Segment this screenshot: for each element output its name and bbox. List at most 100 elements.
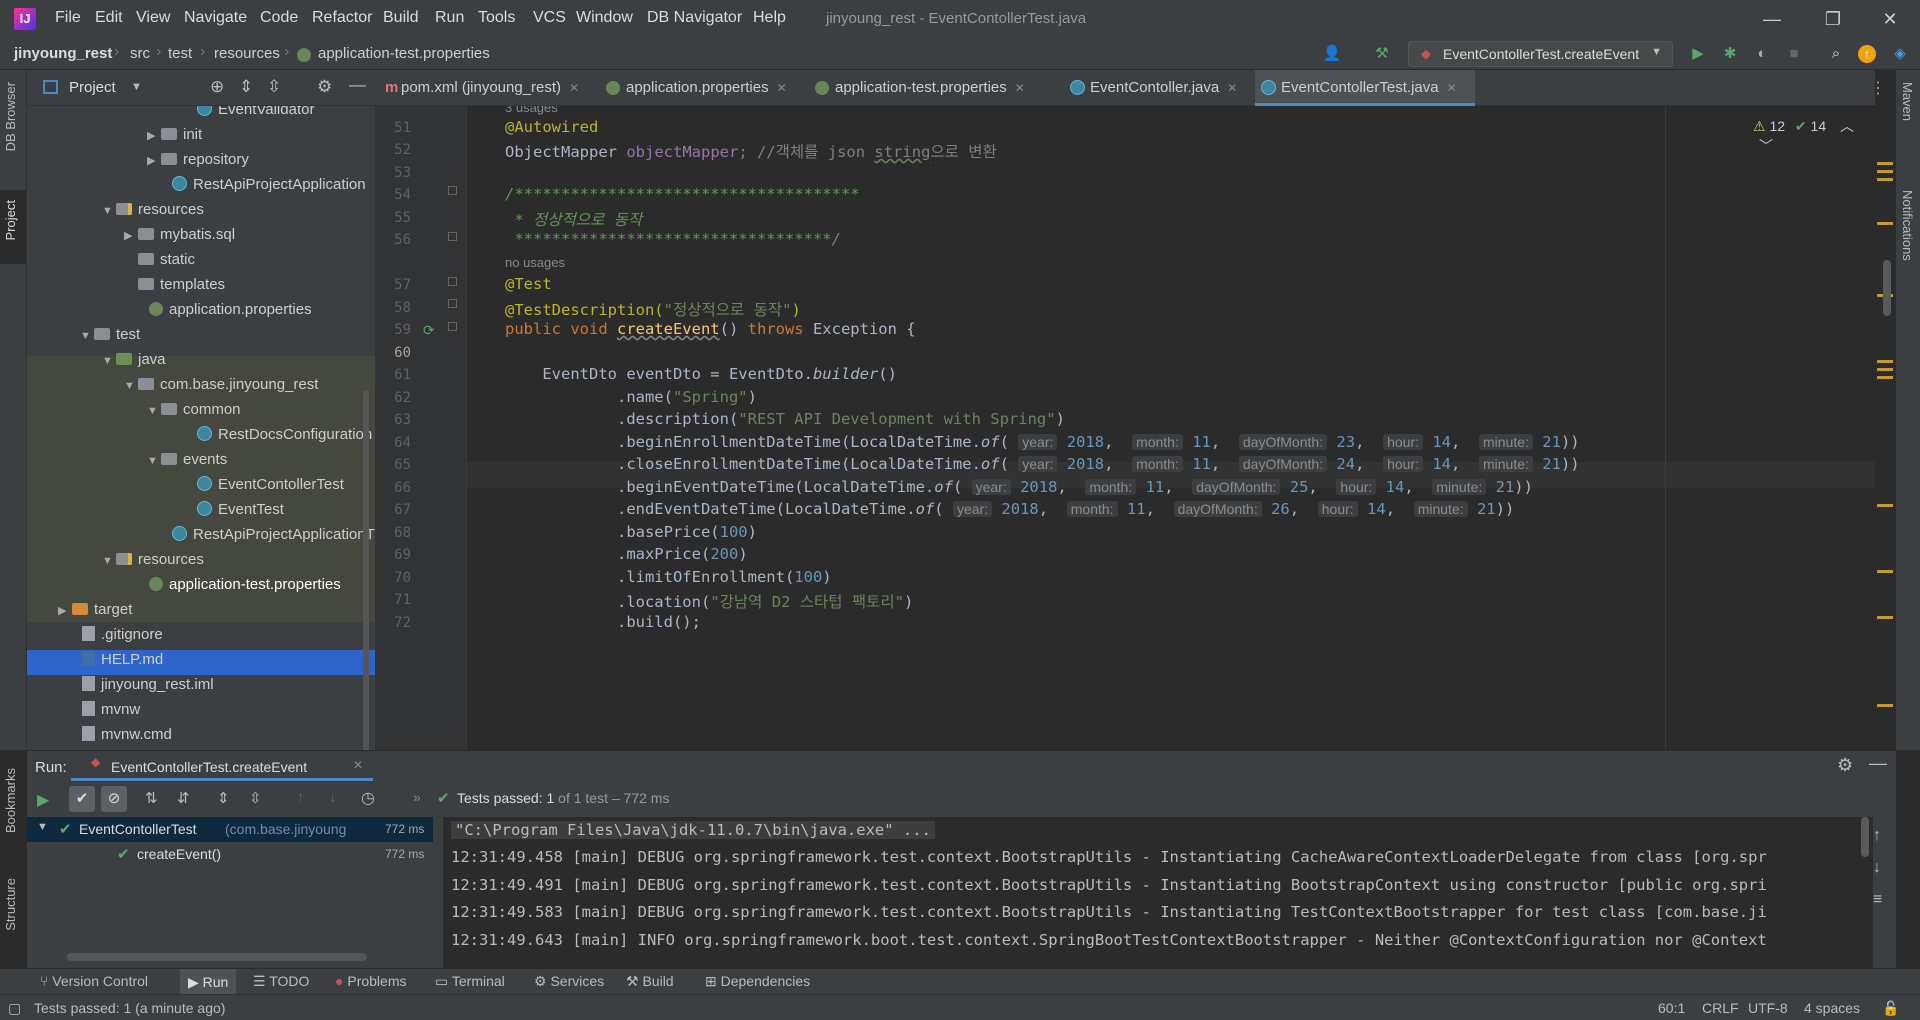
status-toggle-icon[interactable]: ▢: [8, 1000, 21, 1017]
locate-icon[interactable]: ⊕: [210, 77, 224, 97]
project-panel-title[interactable]: Project: [69, 79, 116, 96]
history-icon[interactable]: ◷: [361, 788, 375, 808]
menu-window[interactable]: Window: [576, 9, 633, 27]
tree-item-selected[interactable]: application-test.properties: [149, 572, 341, 597]
code-view[interactable]: 3 usages @Autowired ObjectMapper objectM…: [375, 106, 1875, 750]
stop-icon[interactable]: ■: [1784, 44, 1804, 64]
error-stripe-marker[interactable]: [1877, 376, 1893, 379]
debug-icon[interactable]: ✱: [1720, 44, 1740, 64]
menu-navigate[interactable]: Navigate: [184, 9, 247, 27]
close-window-icon[interactable]: ✕: [1870, 4, 1910, 34]
tree-item[interactable]: EventTest: [197, 497, 284, 522]
menu-view[interactable]: View: [136, 9, 170, 27]
menu-help[interactable]: Help: [753, 9, 786, 27]
menu-edit[interactable]: Edit: [95, 9, 123, 27]
tree-item[interactable]: EventValidator: [197, 106, 314, 122]
tree-item[interactable]: templates: [138, 272, 225, 297]
tree-item[interactable]: RestApiProjectApplication: [172, 172, 366, 197]
show-passed-toggle[interactable]: ✔: [69, 786, 95, 812]
error-stripe-marker[interactable]: [1877, 170, 1893, 173]
show-ignored-toggle[interactable]: ⊘: [101, 786, 127, 812]
tool-run[interactable]: ▶ Run: [180, 969, 237, 995]
error-stripe-marker[interactable]: [1877, 704, 1893, 707]
tree-item[interactable]: .gitignore: [82, 622, 163, 647]
arrow-down-icon[interactable]: ↓: [329, 789, 337, 806]
tool-dependencies[interactable]: ⊞ Dependencies: [705, 973, 810, 990]
tool-version-control[interactable]: ⑂ Version Control: [40, 973, 148, 989]
tree-item[interactable]: ▼ java: [102, 347, 166, 372]
build-hammer-icon[interactable]: ⚒: [1372, 44, 1392, 64]
expand-all-icon[interactable]: ⇕: [217, 789, 230, 807]
status-message[interactable]: Tests passed: 1 (a minute ago): [34, 1000, 225, 1016]
hide-icon[interactable]: —: [349, 75, 366, 95]
notifications-tab[interactable]: Notifications: [1900, 190, 1915, 261]
minimize-icon[interactable]: —: [1752, 4, 1792, 34]
tool-todo[interactable]: ☰ TODO: [253, 973, 309, 990]
hide-icon[interactable]: —: [1869, 753, 1887, 774]
breadcrumb-file[interactable]: application-test.properties: [318, 45, 490, 62]
breadcrumb-src[interactable]: src: [130, 45, 150, 62]
collapse-all-icon[interactable]: ⇳: [267, 77, 281, 97]
menu-tools[interactable]: Tools: [478, 9, 515, 27]
tree-item[interactable]: jinyoung_rest.iml: [82, 672, 214, 697]
menu-vcs[interactable]: VCS: [533, 9, 566, 27]
console-output[interactable]: "C:\Program Files\Java\jdk-11.0.7\bin\ja…: [443, 817, 1873, 969]
tree-item[interactable]: ▶ target: [58, 597, 132, 622]
tree-item[interactable]: EventContollerTest: [197, 472, 344, 497]
tree-item[interactable]: ▶ mybatis.sql: [124, 222, 235, 247]
tree-item[interactable]: mvnw: [82, 697, 140, 722]
tree-item[interactable]: ▶ repository: [147, 147, 249, 172]
sort-duration-icon[interactable]: ⇵: [177, 789, 190, 807]
more-tabs-icon[interactable]: ⋮: [1870, 78, 1886, 98]
soft-wrap-icon[interactable]: ≡: [1873, 891, 1882, 909]
arrow-up-icon[interactable]: ↑: [1873, 827, 1881, 845]
tool-terminal[interactable]: ▭ Terminal: [435, 973, 505, 990]
error-stripe-marker[interactable]: [1877, 360, 1893, 363]
test-tree-row-selected[interactable]: ▼ ✔ EventContollerTest (com.base.jinyoun…: [27, 817, 433, 842]
error-stripe-marker[interactable]: [1877, 162, 1893, 165]
line-separator[interactable]: CRLF: [1702, 1000, 1739, 1016]
error-stripe-marker[interactable]: [1877, 368, 1893, 371]
update-icon[interactable]: ↑: [1858, 45, 1876, 63]
arrow-up-icon[interactable]: ↑: [297, 789, 305, 806]
breadcrumb-test[interactable]: test: [168, 45, 192, 62]
error-stripe-marker[interactable]: [1877, 178, 1893, 181]
tree-item[interactable]: HELP.md: [82, 647, 163, 672]
tool-services[interactable]: ⚙ Services: [534, 973, 604, 990]
tab-eventcontoller-java[interactable]: EventContoller.java ✕: [1064, 70, 1254, 106]
tree-item[interactable]: ▼ resources: [102, 197, 204, 222]
arrow-down-icon[interactable]: ↓: [1873, 859, 1881, 877]
breadcrumb-resources[interactable]: resources: [214, 45, 280, 62]
editor-scrollbar[interactable]: [1883, 260, 1891, 316]
chevron-down-icon[interactable]: ▼: [131, 81, 142, 93]
user-icon[interactable]: 👤: [1322, 44, 1342, 64]
tree-item[interactable]: ▼ events: [147, 447, 227, 472]
error-stripe-marker[interactable]: [1877, 222, 1893, 225]
coverage-icon[interactable]: ◐: [1752, 44, 1772, 64]
test-tree-scrollbar[interactable]: [67, 953, 367, 961]
tool-problems[interactable]: ● Problems: [335, 973, 407, 989]
bookmarks-tab[interactable]: Bookmarks: [3, 768, 18, 833]
db-browser-tab[interactable]: DB Browser: [3, 82, 18, 151]
menu-run[interactable]: Run: [435, 9, 464, 27]
tab-application-test-properties[interactable]: application-test.properties ✕: [809, 70, 1063, 106]
test-tree-row[interactable]: ✔ createEvent() 772 ms: [27, 842, 433, 867]
run-icon[interactable]: ▶: [1688, 44, 1708, 64]
tree-item[interactable]: ▼ test: [80, 322, 140, 347]
run-tab[interactable]: ◆ EventContollerTest.createEvent ✕: [71, 751, 373, 781]
restore-icon[interactable]: ❐: [1813, 4, 1853, 34]
tree-item[interactable]: RestApiProjectApplicationT: [172, 522, 375, 547]
gear-icon[interactable]: ⚙: [1837, 755, 1853, 776]
menu-code[interactable]: Code: [260, 9, 298, 27]
maven-tab[interactable]: Maven: [1900, 82, 1915, 121]
more-icon[interactable]: »: [413, 789, 421, 805]
caret-position[interactable]: 60:1: [1658, 1000, 1685, 1016]
menu-build[interactable]: Build: [383, 9, 419, 27]
collapse-all-icon[interactable]: ⇳: [249, 789, 262, 807]
tab-application-properties[interactable]: application.properties ✕: [600, 70, 808, 106]
tree-item[interactable]: RestDocsConfiguration: [197, 422, 372, 447]
tree-item[interactable]: ▼ com.base.jinyoung_rest: [124, 372, 318, 397]
toolbox-icon[interactable]: ◈: [1890, 44, 1910, 64]
error-stripe-marker[interactable]: [1877, 504, 1893, 507]
structure-tab[interactable]: Structure: [3, 878, 18, 931]
